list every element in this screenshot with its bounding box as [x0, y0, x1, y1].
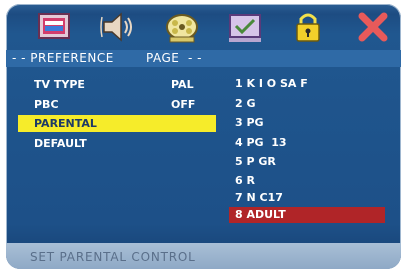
parental-option-7[interactable]: 7 N C17 [229, 190, 385, 206]
page-title-bar: - - PREFERENCE PAGE - - [6, 50, 401, 67]
parental-option-8[interactable]: 8 ADULT [229, 207, 385, 223]
setting-label: PBC [34, 98, 59, 111]
setting-row-parental[interactable]: PARENTAL [18, 115, 216, 132]
parental-option-5[interactable]: 5 P GR [229, 154, 385, 170]
film-reel-tab-icon[interactable] [164, 9, 200, 45]
option-label: 1 K I O SA F [235, 77, 308, 90]
option-label: 6 R [235, 174, 255, 187]
setting-row-tv-type[interactable]: TV TYPE PAL [18, 76, 216, 93]
option-label: 8 ADULT [235, 208, 286, 221]
page-title-suffix: PAGE - - [146, 51, 202, 65]
preference-tab-icon[interactable] [227, 9, 263, 45]
exit-tab-icon[interactable] [355, 9, 391, 45]
parental-option-1[interactable]: 1 K I O SA F [229, 76, 385, 92]
setting-row-default[interactable]: DEFAULT [18, 135, 216, 152]
setting-row-pbc[interactable]: PBC OFF [18, 96, 216, 113]
parental-option-6[interactable]: 6 R [229, 173, 385, 189]
tv-setup-tab-icon[interactable] [36, 9, 72, 45]
dvd-setup-menu: - - PREFERENCE PAGE - - TV TYPE PAL PBC … [6, 4, 401, 269]
setting-label: DEFAULT [34, 137, 87, 150]
option-label: 7 N C17 [235, 191, 283, 204]
parental-option-3[interactable]: 3 PG [229, 115, 385, 131]
option-label: 2 G [235, 97, 256, 110]
padlock-tab-icon[interactable] [290, 9, 326, 45]
setting-value: OFF [171, 98, 196, 111]
option-label: 3 PG [235, 116, 264, 129]
option-label: 5 P GR [235, 155, 276, 168]
page-title-prefix: - - PREFERENCE [12, 51, 114, 65]
parental-option-4[interactable]: 4 PG 13 [229, 135, 385, 151]
menu-icon-bar [6, 4, 401, 48]
setting-value: PAL [171, 78, 194, 91]
parental-option-2[interactable]: 2 G [229, 96, 385, 112]
setting-label: PARENTAL [34, 117, 97, 130]
setting-label: TV TYPE [34, 78, 85, 91]
speaker-tab-icon[interactable] [100, 9, 136, 45]
status-text: SET PARENTAL CONTROL [30, 250, 196, 264]
status-bar: SET PARENTAL CONTROL [6, 243, 401, 269]
option-label: 4 PG 13 [235, 136, 287, 149]
